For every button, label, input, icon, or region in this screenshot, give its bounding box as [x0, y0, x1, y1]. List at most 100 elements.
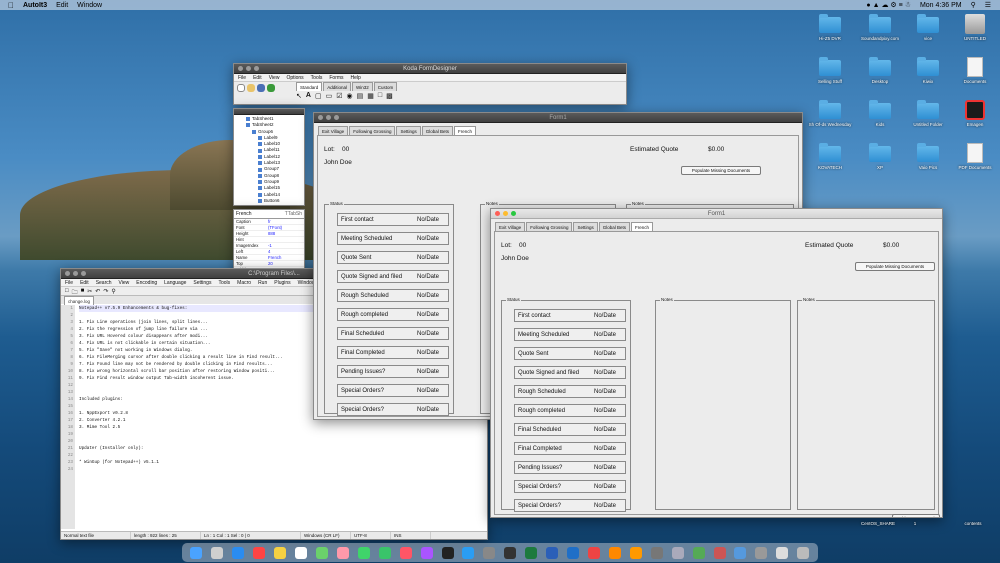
app1-icon[interactable] — [650, 546, 663, 559]
folder-icon[interactable] — [869, 100, 891, 119]
desktop-icon-label[interactable]: vice — [905, 36, 951, 41]
word-icon[interactable] — [546, 546, 559, 559]
form-tab[interactable]: Following Grossing — [526, 222, 573, 231]
combo-icon[interactable]: ▦ — [367, 92, 374, 100]
podcasts-icon[interactable] — [420, 546, 433, 559]
inspector-selector[interactable]: French TTabSh — [234, 210, 304, 219]
form-tab[interactable]: Following Grossing — [349, 126, 396, 135]
status-row[interactable]: First contact No/Date — [337, 213, 449, 226]
status-row[interactable]: Meeting Scheduled No/Date — [514, 328, 626, 341]
folder-icon[interactable] — [819, 57, 841, 76]
status-row[interactable]: Quote Sent No/Date — [514, 347, 626, 360]
form-tab[interactable]: Exit Village — [318, 126, 349, 135]
koda-tab-custom[interactable]: Custom — [373, 82, 398, 91]
share-label[interactable]: CentOS_SHARE — [848, 521, 908, 526]
desktop-icon-label[interactable]: XP — [857, 165, 903, 170]
desktop-icon-label[interactable]: PDF Documents — [952, 165, 998, 170]
status-row[interactable]: Rough completed No/Date — [337, 308, 449, 321]
form-tab[interactable]: French — [453, 126, 476, 135]
status-row[interactable]: Final Completed No/Date — [337, 346, 449, 359]
outlook-icon[interactable] — [567, 546, 580, 559]
desktop-icon-label[interactable]: Hi-Z5 DVR — [807, 36, 853, 41]
koda-menu-file[interactable]: File — [238, 74, 246, 81]
status-row[interactable]: Pending Issues? No/Date — [514, 461, 626, 474]
app6-icon[interactable] — [755, 546, 768, 559]
desktop-icon-label[interactable]: Selling Stuff — [807, 79, 853, 84]
desktop-icon-label[interactable]: Sh Of-ds Wednesday — [807, 122, 853, 127]
apple-icon[interactable]:  — [8, 1, 14, 10]
status-row[interactable]: Quote Signed and filed No/Date — [337, 270, 449, 283]
facetime-icon[interactable] — [378, 546, 391, 559]
trash-icon[interactable] — [797, 546, 810, 559]
launchpad-icon[interactable] — [211, 546, 224, 559]
document-icon[interactable] — [967, 57, 983, 77]
photos-icon[interactable] — [336, 546, 349, 559]
button-icon[interactable]: ▭ — [326, 92, 333, 100]
app4-icon[interactable] — [713, 546, 726, 559]
app5-icon[interactable] — [734, 546, 747, 559]
status-icons[interactable]: ● ▲ ☁ ⚙ ≡ ☃ — [866, 1, 911, 9]
folder-icon[interactable] — [917, 100, 939, 119]
form-front-titlebar[interactable]: Form1 — [491, 209, 942, 219]
notepad-menu-item[interactable]: File — [65, 279, 73, 286]
contents-label[interactable]: contents — [950, 521, 996, 526]
desktop-icon-label[interactable]: Emagen — [952, 122, 998, 127]
form-tab[interactable]: French — [630, 222, 653, 231]
maps-icon[interactable] — [315, 546, 328, 559]
koda-tab-win32[interactable]: Win32 — [352, 82, 373, 91]
app-icon[interactable] — [965, 100, 985, 120]
status-row[interactable]: Meeting Scheduled No/Date — [337, 232, 449, 245]
koda-menu-help[interactable]: Help — [351, 74, 361, 81]
form-tab[interactable]: Settings — [396, 126, 421, 135]
safari-icon[interactable] — [232, 546, 245, 559]
calendar-icon[interactable] — [253, 546, 266, 559]
np-find-icon[interactable]: ⚲ — [111, 288, 115, 295]
folder-icon[interactable] — [819, 14, 841, 33]
finder-icon[interactable] — [190, 546, 203, 559]
excel-icon[interactable] — [525, 546, 538, 559]
folder-icon[interactable] — [869, 143, 891, 162]
status-row[interactable]: Rough Scheduled No/Date — [514, 385, 626, 398]
desktop-icon-label[interactable]: Kiwix — [905, 79, 951, 84]
notepad-tab-changelog[interactable]: change.log — [64, 296, 95, 305]
menu-app-name[interactable]: AutoIt3 — [23, 2, 47, 9]
tv-icon[interactable] — [441, 546, 454, 559]
folder-icon[interactable] — [819, 100, 841, 119]
desktop-icon-label[interactable]: UNTITLED — [952, 36, 998, 41]
koda-menu-edit[interactable]: Edit — [253, 74, 262, 81]
folder-icon[interactable] — [917, 143, 939, 162]
group-icon[interactable]: □ — [378, 92, 382, 100]
edit-icon[interactable]: ▢ — [315, 92, 322, 100]
form-back-titlebar[interactable]: Form1 — [314, 113, 802, 123]
np-cut-icon[interactable]: ✂ — [87, 288, 92, 295]
status-row[interactable]: Pending Issues? No/Date — [337, 365, 449, 378]
notepad-menu-item[interactable]: Macro — [237, 279, 251, 286]
add-note-button[interactable]: Add note to record — [892, 514, 940, 517]
form-tab[interactable]: Settings — [573, 222, 598, 231]
koda-menu-forms[interactable]: Forms — [329, 74, 343, 81]
search-icon[interactable]: ⚲ — [971, 1, 976, 9]
np-save-icon[interactable]: ■ — [81, 288, 85, 294]
notepad-menu-item[interactable]: Settings — [193, 279, 211, 286]
status-row[interactable]: Special Orders? No/Date — [514, 480, 626, 493]
reminders-icon[interactable] — [295, 546, 308, 559]
desktop-icon-label[interactable]: Untitled Folder — [905, 122, 951, 127]
form-tab[interactable]: Global Bets — [421, 126, 453, 135]
desktop-icon-label[interactable]: Soundandpixy.com — [857, 36, 903, 41]
status-row[interactable]: Quote Sent No/Date — [337, 251, 449, 264]
desktop-icon-label[interactable]: Documents — [952, 79, 998, 84]
notes-icon[interactable] — [274, 546, 287, 559]
label-icon[interactable]: A — [306, 92, 311, 100]
folder-icon[interactable] — [869, 14, 891, 33]
np-open-icon[interactable]: 🗀 — [72, 288, 78, 296]
status-row[interactable]: Final Completed No/Date — [514, 442, 626, 455]
status-row[interactable]: Quote Signed and filed No/Date — [514, 366, 626, 379]
desktop-icon-label[interactable]: KOVATECH — [807, 165, 853, 170]
status-row[interactable]: Special Orders? No/Date — [514, 499, 626, 512]
notepad-menu-item[interactable]: Edit — [80, 279, 89, 286]
document-icon[interactable] — [967, 143, 983, 163]
notepad-menu-item[interactable]: Run — [258, 279, 267, 286]
status-row[interactable]: Special Orders? No/Date — [337, 403, 449, 416]
open-icon[interactable] — [247, 84, 255, 92]
settings-icon[interactable] — [483, 546, 496, 559]
